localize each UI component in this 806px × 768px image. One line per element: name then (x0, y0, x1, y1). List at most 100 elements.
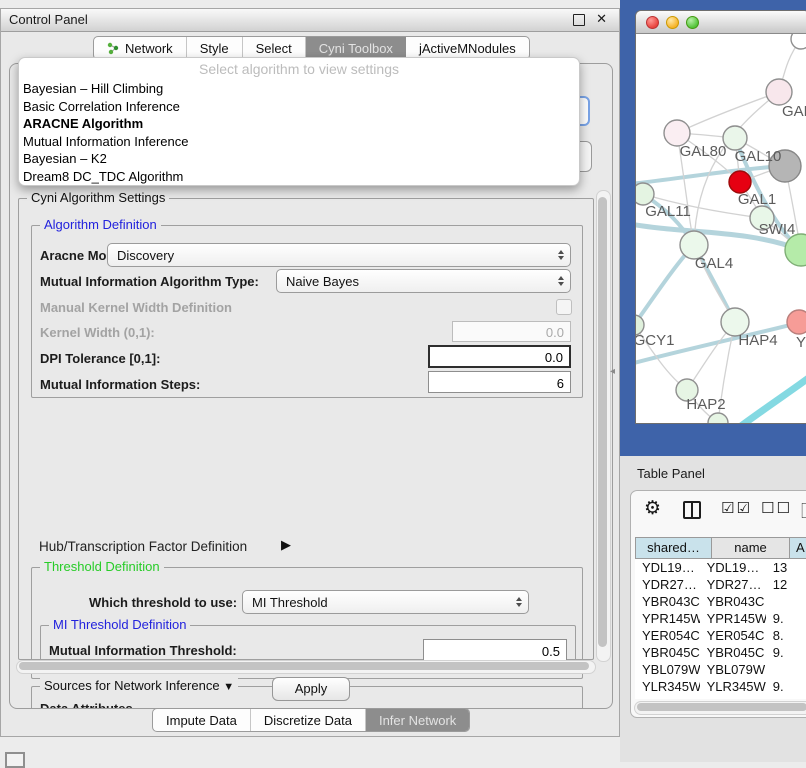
algorithm-option[interactable]: Mutual Information Inference (19, 133, 579, 151)
table-row[interactable]: YBL079WYBL079W (635, 661, 806, 678)
node-label: GAL4 (695, 255, 733, 272)
dpi-tolerance-input[interactable] (428, 345, 571, 368)
collapse-down-arrow-icon[interactable]: ▼ (223, 681, 234, 693)
node-label: SWI4 (759, 221, 796, 238)
algorithm-option[interactable]: Basic Correlation Inference (19, 98, 579, 116)
which-threshold-select[interactable]: MI Threshold (242, 590, 529, 614)
node-label: HAP2 (686, 396, 725, 413)
algorithm-option[interactable]: Bayesian – Hill Climbing (19, 80, 579, 98)
split-columns-icon[interactable] (683, 501, 701, 519)
node-gal1[interactable] (729, 171, 751, 193)
select-all-checks-icon[interactable]: ☑☑ (721, 499, 752, 517)
kernel-width-label: Kernel Width (0,1): (40, 325, 155, 340)
node-label: GAL11 (645, 203, 691, 220)
tab-discretize-data[interactable]: Discretize Data (251, 709, 366, 731)
tab-infer-network[interactable]: Infer Network (366, 709, 469, 731)
table-row[interactable]: YBR045CYBR045C9. (635, 644, 806, 661)
cyni-algorithm-settings-title: Cyni Algorithm Settings (27, 190, 169, 205)
column-header-shared-name[interactable]: shared… (635, 537, 711, 559)
node-partial-top[interactable] (791, 34, 806, 49)
settings-horizontal-scrollbar[interactable] (16, 660, 596, 674)
node-gal-partial[interactable] (766, 79, 792, 105)
node-table-card: ⚙ ☑☑ ☐☐ 🗋 shared… name A YDL19…YDL19…13 … (630, 490, 806, 718)
which-threshold-label: Which threshold to use: (89, 595, 237, 610)
tab-cyni-toolbox[interactable]: Cyni Toolbox (306, 37, 406, 59)
cyni-algorithm-settings-group: Cyni Algorithm Settings Algorithm Defini… (18, 198, 594, 660)
algorithm-placeholder: Select algorithm to view settings (19, 58, 579, 80)
apply-button[interactable]: Apply (272, 677, 350, 701)
close-traffic-light-icon[interactable] (646, 16, 659, 29)
node-bottom-partial[interactable] (708, 413, 728, 424)
node-gal11[interactable] (636, 183, 654, 205)
control-panel-titlebar: Control Panel ✕ (1, 9, 619, 32)
cytoscape-desktop: GAL GAL80 GAL10 GAL1 GAL11 SWI4 GAL4 GCY… (620, 0, 806, 456)
mi-type-select[interactable]: Naive Bayes (276, 269, 571, 293)
node-gal10[interactable] (723, 126, 747, 150)
algorithm-dropdown-list: Select algorithm to view settings Bayesi… (18, 57, 580, 186)
tab-network[interactable]: Network (94, 37, 187, 59)
table-row[interactable]: YER054CYER054C8. (635, 627, 806, 644)
threshold-definition-title: Threshold Definition (40, 559, 164, 574)
node-y-partial[interactable] (787, 310, 806, 334)
manual-kernel-label: Manual Kernel Width Definition (40, 300, 232, 315)
stepper-arrows-icon (558, 250, 564, 260)
panel-splitter-handle[interactable]: ◂ (610, 366, 615, 377)
network-icon (107, 42, 120, 55)
minimized-panel-icon[interactable] (5, 752, 25, 768)
node-label: GAL1 (738, 191, 776, 208)
table-row[interactable]: YDR27…YDR27…12 (635, 576, 806, 593)
table-row[interactable]: YBR043CYBR043C (635, 593, 806, 610)
mi-steps-label: Mutual Information Steps: (40, 377, 200, 392)
node-label: GAL (782, 103, 806, 120)
bottom-tabbar: Impute Data Discretize Data Infer Networ… (152, 708, 470, 732)
node-label: GAL10 (735, 148, 782, 165)
network-graph: GAL GAL80 GAL10 GAL1 GAL11 SWI4 GAL4 GCY… (636, 34, 806, 424)
network-canvas[interactable]: GAL GAL80 GAL10 GAL1 GAL11 SWI4 GAL4 GCY… (636, 34, 806, 424)
table-panel: Table Panel ⚙ ☑☑ ☐☐ 🗋 shared… name A YDL… (620, 456, 806, 762)
gear-icon[interactable]: ⚙ (644, 497, 661, 520)
table-row[interactable]: YIL052CYIL052C9. (635, 695, 806, 699)
table-row[interactable]: YPR145WYPR145W9. (635, 610, 806, 627)
mi-threshold-definition-title: MI Threshold Definition (49, 617, 190, 632)
network-window-titlebar[interactable] (636, 11, 806, 34)
table-horizontal-scrollbar[interactable] (634, 701, 806, 715)
mi-type-label: Mutual Information Algorithm Type: (40, 274, 259, 289)
stepper-arrows-icon (558, 276, 564, 286)
algorithm-option[interactable]: Dream8 DC_TDC Algorithm (19, 168, 579, 186)
table-row[interactable]: YLR345WYLR345W9. (635, 678, 806, 695)
deselect-all-boxes-icon[interactable]: ☐☐ (761, 499, 792, 517)
sources-title: Sources for Network Inference ▼ (40, 678, 238, 693)
algorithm-option-selected[interactable]: ARACNE Algorithm (19, 115, 579, 133)
hub-definition-label: Hub/Transcription Factor Definition (39, 539, 247, 554)
table-header: shared… name A (635, 537, 806, 559)
float-window-icon[interactable] (573, 14, 585, 26)
tab-select[interactable]: Select (243, 37, 306, 59)
table-body[interactable]: YDL19…YDL19…13 YDR27…YDR27…12 YBR043CYBR… (635, 559, 806, 699)
column-header-name[interactable]: name (711, 537, 789, 559)
settings-vertical-scrollbar[interactable] (596, 190, 611, 662)
minimize-traffic-light-icon[interactable] (666, 16, 679, 29)
network-view-window[interactable]: GAL GAL80 GAL10 GAL1 GAL11 SWI4 GAL4 GCY… (635, 10, 806, 424)
mi-steps-input[interactable] (428, 371, 571, 393)
control-panel-title: Control Panel (9, 12, 88, 27)
tab-jactivemnodules[interactable]: jActiveMNodules (406, 37, 529, 59)
data-attributes-label: Data Attributes (40, 701, 133, 709)
table-panel-title: Table Panel (637, 466, 705, 481)
document-icon[interactable]: 🗋 (801, 499, 806, 528)
zoom-traffic-light-icon[interactable] (686, 16, 699, 29)
tab-style[interactable]: Style (187, 37, 243, 59)
column-header-partial[interactable]: A (789, 537, 806, 559)
close-icon[interactable]: ✕ (596, 11, 607, 27)
mi-threshold-input[interactable] (423, 639, 567, 661)
stepper-arrows-icon (516, 597, 522, 607)
table-row[interactable]: YDL19…YDL19…13 (635, 559, 806, 576)
dpi-tolerance-label: DPI Tolerance [0,1]: (40, 351, 160, 366)
kernel-width-input[interactable] (452, 321, 571, 342)
aracne-mode-select[interactable]: Discovery (107, 243, 571, 267)
algorithm-option[interactable]: Bayesian – K2 (19, 150, 579, 168)
manual-kernel-checkbox[interactable] (556, 299, 572, 315)
node-label: HAP4 (738, 332, 777, 349)
tab-impute-data[interactable]: Impute Data (153, 709, 251, 731)
expand-right-arrow-icon[interactable]: ▶ (281, 537, 291, 553)
algorithm-definition-group: Algorithm Definition Aracne Mode: Discov… (31, 225, 583, 398)
